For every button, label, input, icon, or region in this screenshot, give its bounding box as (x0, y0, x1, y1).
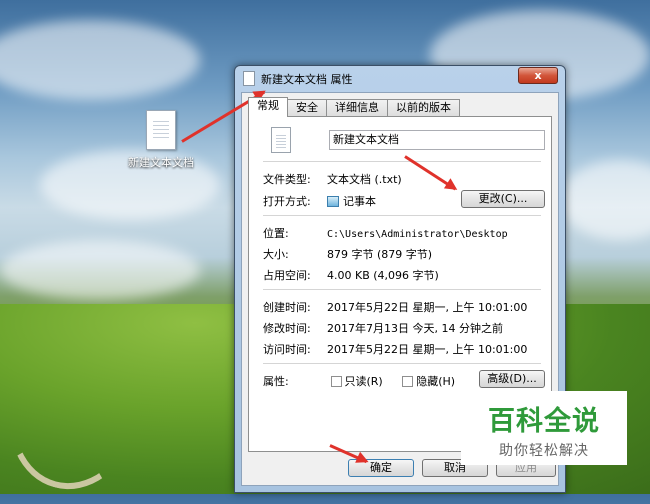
hidden-checkbox[interactable] (402, 376, 414, 387)
divider (263, 161, 541, 162)
cloud (560, 160, 650, 240)
window-title: 新建文本文档 属性 (261, 73, 353, 86)
hidden-label: 隐藏(H) (416, 375, 456, 388)
modified-value: 2017年7月13日 今天, 14 分钟之前 (327, 322, 503, 335)
attributes-label: 属性: (263, 375, 289, 388)
size-label: 大小: (263, 248, 289, 261)
notepad-icon (327, 196, 339, 207)
created-value: 2017年5月22日 星期一, 上午 10:01:00 (327, 301, 528, 314)
location-label: 位置: (263, 227, 289, 240)
size-value: 879 字节 (879 字节) (327, 248, 433, 261)
divider (263, 215, 541, 216)
accessed-row: 访问时间: 2017年5月22日 星期一, 上午 10:01:00 (263, 341, 527, 357)
watermark-title: 百科全说 (488, 406, 600, 437)
attributes-row: 属性: 只读(R) 隐藏(H) (263, 373, 455, 389)
readonly-label: 只读(R) (344, 375, 383, 388)
disk-size-value: 4.00 KB (4,096 字节) (327, 269, 439, 282)
location-row: 位置: C:\Users\Administrator\Desktop (263, 225, 508, 241)
modified-label: 修改时间: (263, 322, 311, 335)
tab-general[interactable]: 常规 (248, 97, 288, 117)
tab-security[interactable]: 安全 (287, 99, 327, 117)
cloud (0, 240, 200, 300)
accessed-value: 2017年5月22日 星期一, 上午 10:01:00 (327, 343, 528, 356)
tab-details[interactable]: 详细信息 (326, 99, 388, 117)
desktop-icon-label: 新建文本文档 (128, 156, 194, 169)
close-button[interactable]: x (518, 67, 558, 84)
created-label: 创建时间: (263, 301, 311, 314)
disk-size-row: 占用空间: 4.00 KB (4,096 字节) (263, 267, 439, 283)
readonly-checkbox[interactable] (330, 376, 342, 387)
disk-size-label: 占用空间: (263, 269, 311, 282)
file-type-label: 文件类型: (263, 173, 311, 186)
watermark-subtitle: 助你轻松解决 (499, 443, 589, 459)
cloud (0, 20, 200, 100)
divider (263, 363, 541, 364)
document-icon (243, 71, 255, 86)
change-button[interactable]: 更改(C)... (461, 190, 545, 208)
file-type-value: 文本文档 (.txt) (327, 173, 402, 186)
text-file-icon (146, 110, 176, 150)
open-with-row: 打开方式: 记事本 (263, 193, 376, 209)
tab-strip: 常规 安全 详细信息 以前的版本 (248, 97, 460, 117)
divider (263, 289, 541, 290)
modified-row: 修改时间: 2017年7月13日 今天, 14 分钟之前 (263, 320, 503, 336)
advanced-button[interactable]: 高级(D)... (479, 370, 545, 388)
open-with-value: 记事本 (343, 195, 376, 208)
file-type-icon (271, 127, 291, 153)
file-name-input[interactable]: 新建文本文档 (329, 130, 545, 150)
location-value: C:\Users\Administrator\Desktop (327, 229, 508, 240)
size-row: 大小: 879 字节 (879 字节) (263, 246, 432, 262)
title-bar[interactable]: 新建文本文档 属性 x (235, 66, 565, 90)
open-with-label: 打开方式: (263, 195, 311, 208)
created-row: 创建时间: 2017年5月22日 星期一, 上午 10:01:00 (263, 299, 527, 315)
file-type-row: 文件类型: 文本文档 (.txt) (263, 171, 402, 187)
watermark-logo: 百科全说 助你轻松解决 (461, 391, 627, 465)
accessed-label: 访问时间: (263, 343, 311, 356)
tab-previous-versions[interactable]: 以前的版本 (387, 99, 460, 117)
